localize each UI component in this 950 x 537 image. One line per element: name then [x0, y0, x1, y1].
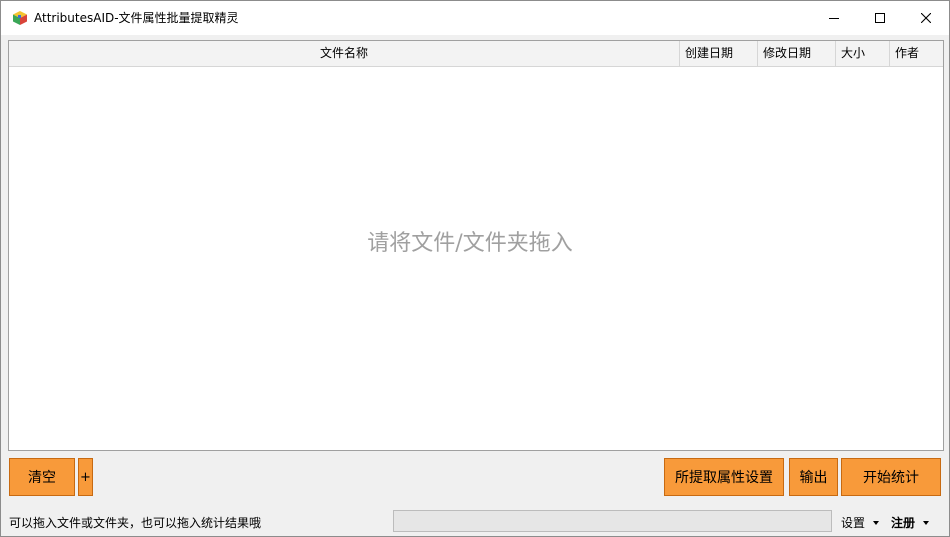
- file-list[interactable]: 文件名称 创建日期 修改日期 大小 作者 请将文件/文件夹拖入: [8, 40, 944, 451]
- register-menu[interactable]: 注册: [891, 514, 930, 531]
- minimize-icon: [829, 18, 839, 19]
- title-bar[interactable]: AttributesAID-文件属性批量提取精灵: [1, 1, 949, 35]
- close-button[interactable]: [903, 1, 949, 35]
- app-window: AttributesAID-文件属性批量提取精灵 文件名称 创建日期 修改日期 …: [0, 0, 950, 537]
- progress-bar: [393, 510, 832, 532]
- status-bar: 可以拖入文件或文件夹，也可以拖入统计结果哦 设置 注册: [1, 506, 949, 536]
- export-button[interactable]: 输出: [789, 458, 838, 496]
- list-header: 文件名称 创建日期 修改日期 大小 作者: [9, 41, 943, 67]
- caret-down-icon: [923, 520, 930, 525]
- attribute-settings-button[interactable]: 所提取属性设置: [664, 458, 784, 496]
- register-menu-label: 注册: [891, 516, 916, 530]
- maximize-icon: [875, 13, 885, 23]
- column-header-size[interactable]: 大小: [836, 41, 890, 66]
- add-button[interactable]: +: [78, 458, 93, 496]
- status-hint: 可以拖入文件或文件夹，也可以拖入统计结果哦: [9, 516, 262, 530]
- settings-menu-label: 设置: [841, 516, 866, 530]
- drop-hint: 请将文件/文件夹拖入: [367, 231, 573, 256]
- clear-button[interactable]: 清空: [9, 458, 75, 496]
- caret-down-icon: [873, 520, 880, 525]
- column-header-created-date[interactable]: 创建日期: [680, 41, 758, 66]
- cube-app-icon: [12, 10, 28, 26]
- close-icon: [921, 13, 931, 23]
- column-header-file-name[interactable]: 文件名称: [9, 41, 680, 66]
- start-statistics-button[interactable]: 开始统计: [841, 458, 941, 496]
- column-header-author[interactable]: 作者: [890, 41, 943, 66]
- minimize-button[interactable]: [811, 1, 857, 35]
- maximize-button[interactable]: [857, 1, 903, 35]
- window-title: AttributesAID-文件属性批量提取精灵: [34, 11, 239, 25]
- settings-menu[interactable]: 设置: [841, 514, 880, 531]
- column-header-modified-date[interactable]: 修改日期: [758, 41, 836, 66]
